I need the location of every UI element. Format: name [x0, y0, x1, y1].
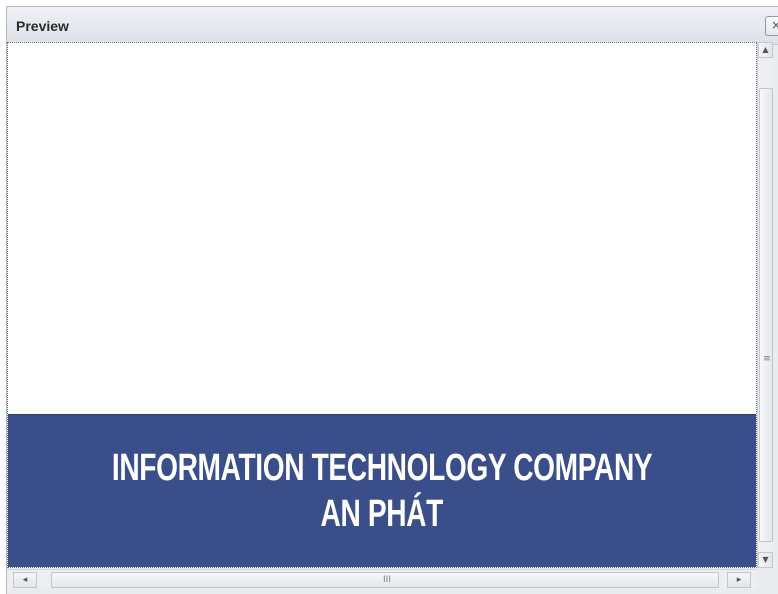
arrow-left-icon: ◂	[22, 575, 28, 585]
scroll-right-button[interactable]: ▸	[727, 572, 751, 588]
scroll-down-button[interactable]: ▼	[758, 552, 773, 568]
banner-title: INFORMATION TECHNOLOGY COMPANY	[111, 447, 653, 489]
preview-viewport: INFORMATION TECHNOLOGY COMPANY AN PHÁT	[7, 42, 757, 568]
scroll-up-button[interactable]: ▲	[758, 42, 773, 58]
arrow-up-icon: ▲	[762, 45, 769, 54]
grip-icon: ≡	[763, 354, 771, 364]
vertical-scrollbar[interactable]: ▲ ≡ ▼	[757, 42, 773, 568]
close-icon: ×	[771, 18, 778, 32]
grip-icon: III	[383, 575, 391, 585]
vertical-scroll-thumb[interactable]: ≡	[759, 88, 773, 542]
banner-subtitle: AN PHÁT	[320, 493, 444, 535]
horizontal-scroll-thumb[interactable]: III	[51, 572, 719, 588]
arrow-down-icon: ▼	[762, 555, 769, 564]
panel-title: Preview	[16, 18, 69, 34]
scroll-left-button[interactable]: ◂	[13, 572, 37, 588]
company-banner: INFORMATION TECHNOLOGY COMPANY AN PHÁT	[8, 414, 756, 567]
close-button[interactable]: ×	[765, 16, 778, 36]
horizontal-scrollbar[interactable]: ◂ III ▸	[7, 569, 757, 588]
panel-header: Preview ×	[7, 7, 778, 45]
arrow-right-icon: ▸	[736, 575, 742, 585]
